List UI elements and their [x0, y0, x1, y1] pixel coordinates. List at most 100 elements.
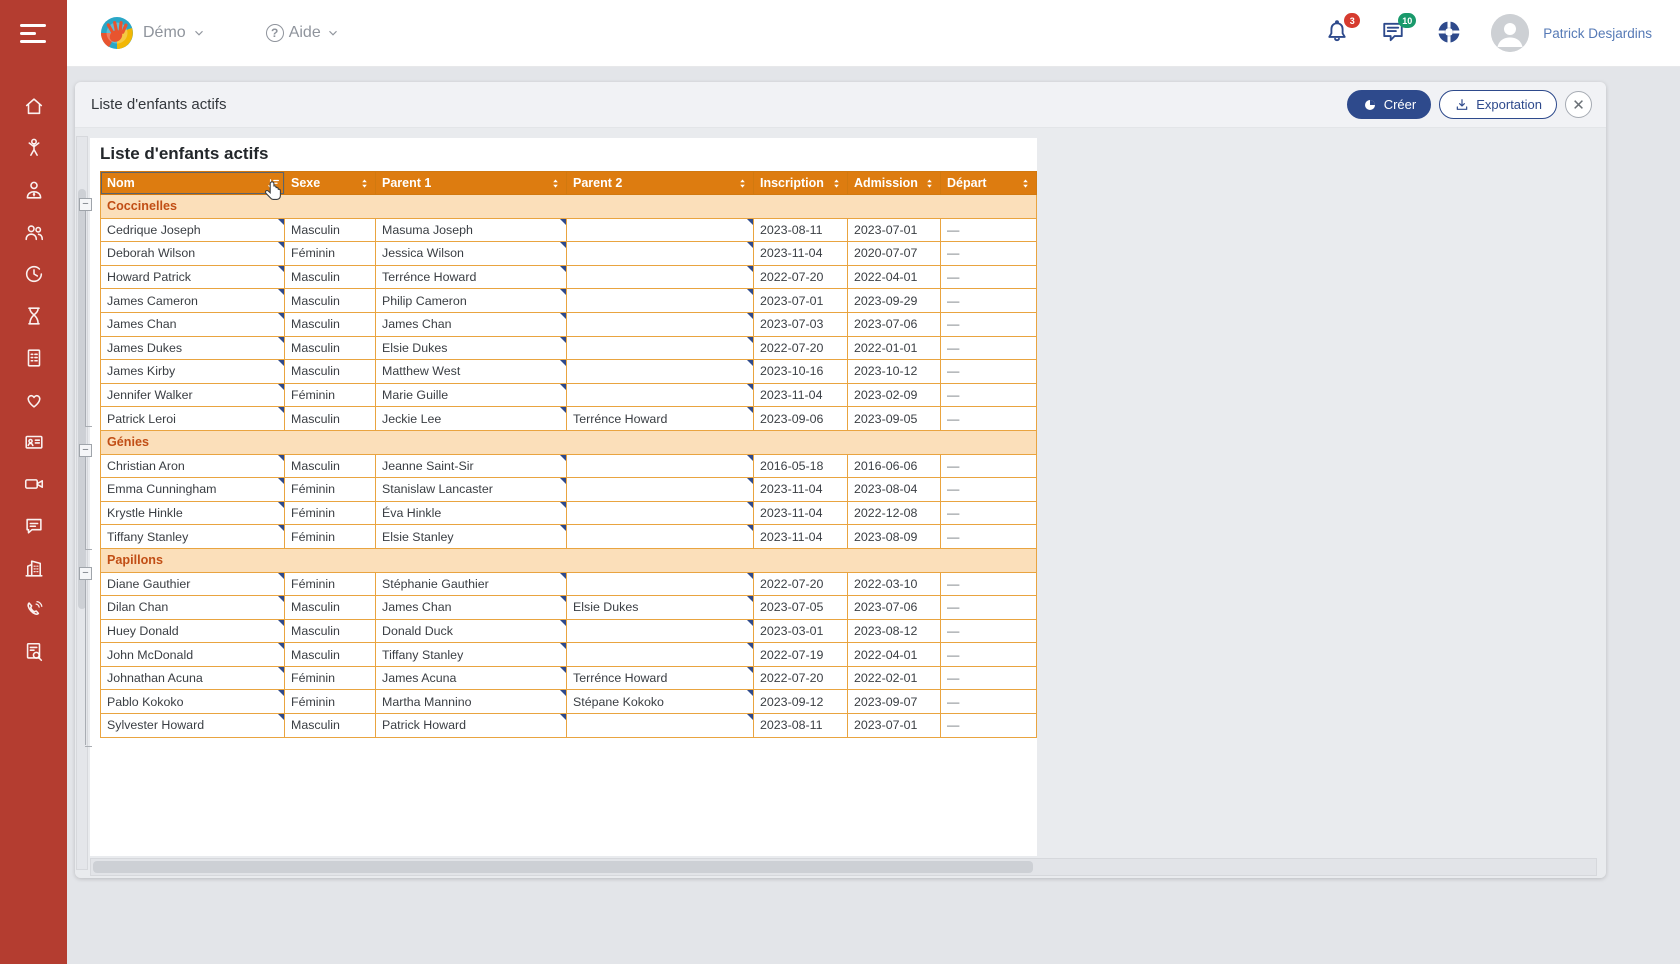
column-header-parent-1[interactable]: Parent 1: [376, 172, 567, 195]
cell-parent1: Jessica Wilson: [376, 242, 567, 266]
cell-inscription: 2016-05-18: [754, 454, 848, 478]
chevron-down-icon: [192, 26, 206, 40]
cell-admission: 2022-04-01: [848, 643, 941, 667]
column-header-parent-2[interactable]: Parent 2: [567, 172, 754, 195]
cell-inscription: 2023-11-04: [754, 525, 848, 549]
panel-header: Liste d'enfants actifs Créer Exportation…: [75, 82, 1606, 128]
column-header-inscription[interactable]: Inscription: [754, 172, 848, 195]
collapse-group-button[interactable]: −: [79, 444, 92, 457]
home-icon: [23, 95, 45, 117]
cell-inscription: 2022-07-20: [754, 265, 848, 289]
cell-sexe: Masculin: [285, 407, 376, 431]
cell-depart: —: [941, 407, 1037, 431]
messages-badge: 10: [1398, 13, 1416, 28]
help-label: Aide: [289, 24, 321, 42]
org-switcher[interactable]: Démo: [97, 13, 206, 53]
sidebar-item-groups[interactable]: [16, 221, 52, 242]
cell-parent2: [567, 289, 754, 313]
collapse-group-button[interactable]: −: [79, 198, 92, 211]
note-marker-icon: [278, 620, 284, 626]
sidebar-item-billing[interactable]: [16, 347, 52, 368]
note-marker-icon: [560, 714, 566, 720]
note-marker-icon: [560, 620, 566, 626]
sort-icon: [923, 177, 936, 190]
cell-depart: —: [941, 289, 1037, 313]
cell-nom: Howard Patrick: [101, 265, 285, 289]
sidebar-item-waiting-list[interactable]: [16, 305, 52, 326]
note-marker-icon: [560, 360, 566, 366]
cell-nom: Dilan Chan: [101, 596, 285, 620]
sidebar-item-reports[interactable]: [16, 641, 52, 662]
sidebar-item-health[interactable]: [16, 389, 52, 410]
create-button[interactable]: Créer: [1347, 90, 1432, 119]
heart-icon: [23, 389, 45, 411]
cell-parent1: Patrick Howard: [376, 714, 567, 738]
cell-parent1: Stéphanie Gauthier: [376, 572, 567, 596]
notifications-button[interactable]: 3: [1323, 18, 1353, 48]
cell-sexe: Masculin: [285, 289, 376, 313]
column-header-admission[interactable]: Admission: [848, 172, 941, 195]
cell-inscription: 2023-07-03: [754, 312, 848, 336]
close-button[interactable]: ✕: [1565, 91, 1592, 118]
notification-badge: 3: [1344, 13, 1360, 28]
note-marker-icon: [278, 502, 284, 508]
cell-depart: —: [941, 619, 1037, 643]
clock-icon: [23, 263, 45, 285]
sidebar-item-home[interactable]: [16, 95, 52, 116]
outline-gutter: − − −: [75, 128, 90, 846]
cell-parent2: [567, 714, 754, 738]
export-button[interactable]: Exportation: [1439, 90, 1557, 119]
note-marker-icon: [278, 384, 284, 390]
note-marker-icon: [747, 455, 753, 461]
support-button[interactable]: [1435, 18, 1465, 48]
cell-inscription: 2023-09-06: [754, 407, 848, 431]
sidebar-item-messages[interactable]: [16, 515, 52, 536]
cell-parent2: Elsie Dukes: [567, 596, 754, 620]
cell-admission: 2022-12-08: [848, 501, 941, 525]
sidebar-item-calls[interactable]: [16, 599, 52, 620]
lifebuoy-icon: [1435, 18, 1463, 46]
cell-parent1: Tiffany Stanley: [376, 643, 567, 667]
cell-parent2: [567, 454, 754, 478]
help-menu[interactable]: ? Aide: [266, 24, 340, 42]
sidebar-item-contacts[interactable]: [16, 431, 52, 452]
note-marker-icon: [278, 337, 284, 343]
cell-parent2: [567, 242, 754, 266]
chat-icon: [23, 515, 45, 537]
sidebar-item-children[interactable]: [16, 137, 52, 158]
cell-parent2: Terrénce Howard: [567, 407, 754, 431]
collapse-group-button[interactable]: −: [79, 567, 92, 580]
user-name[interactable]: Patrick Desjardins: [1543, 26, 1652, 41]
note-marker-icon: [560, 337, 566, 343]
cell-inscription: 2023-11-04: [754, 501, 848, 525]
sidebar-item-educators[interactable]: [16, 179, 52, 200]
cell-sexe: Masculin: [285, 218, 376, 242]
note-marker-icon: [278, 690, 284, 696]
column-header-nom[interactable]: Nom: [101, 172, 285, 195]
column-header-sexe[interactable]: Sexe: [285, 172, 376, 195]
hamburger-menu-icon[interactable]: [0, 0, 67, 67]
phone-icon: [23, 599, 45, 621]
sidebar-item-facility[interactable]: [16, 557, 52, 578]
app-logo-icon: [97, 13, 137, 53]
sidebar-item-schedule[interactable]: [16, 263, 52, 284]
messages-button[interactable]: 10: [1379, 18, 1409, 48]
cell-nom: Krystle Hinkle: [101, 501, 285, 525]
child-row: Emma CunninghamFémininStanislaw Lancaste…: [101, 478, 1037, 502]
note-marker-icon: [278, 455, 284, 461]
note-marker-icon: [560, 266, 566, 272]
cell-admission: 2022-04-01: [848, 265, 941, 289]
sidebar-item-video[interactable]: [16, 473, 52, 494]
cell-inscription: 2022-07-20: [754, 336, 848, 360]
horizontal-scrollbar[interactable]: [90, 858, 1597, 876]
column-header-départ[interactable]: Départ: [941, 172, 1037, 195]
cell-sexe: Masculin: [285, 643, 376, 667]
cell-parent1: Philip Cameron: [376, 289, 567, 313]
note-marker-icon: [747, 360, 753, 366]
cell-admission: 2023-07-06: [848, 312, 941, 336]
cell-sexe: Masculin: [285, 619, 376, 643]
child-row: Deborah WilsonFémininJessica Wilson2023-…: [101, 242, 1037, 266]
child-row: Patrick LeroiMasculinJeckie LeeTerrénce …: [101, 407, 1037, 431]
user-avatar[interactable]: [1491, 14, 1529, 52]
note-marker-icon: [560, 573, 566, 579]
